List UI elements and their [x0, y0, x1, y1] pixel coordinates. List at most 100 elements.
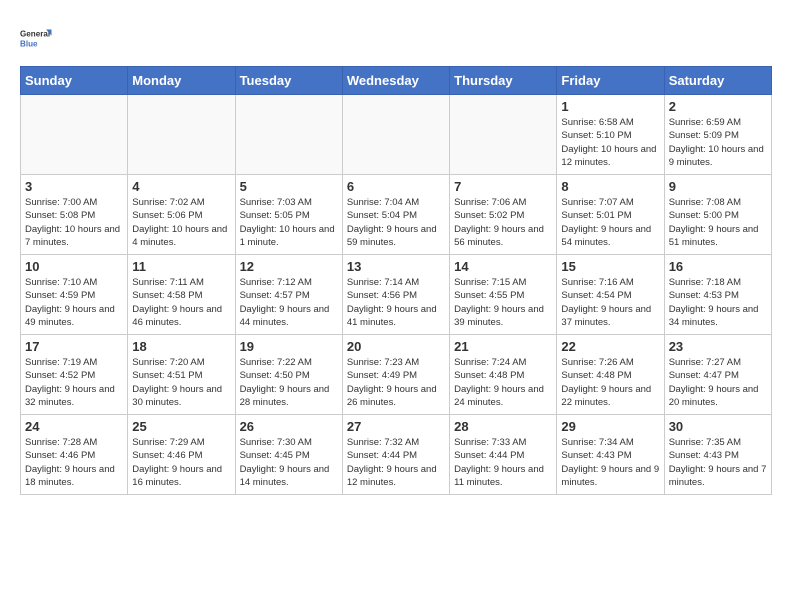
- day-number: 25: [132, 419, 230, 434]
- calendar-cell: 27 Sunrise: 7:32 AM Sunset: 4:44 PM Dayli…: [342, 415, 449, 495]
- calendar-cell: 8Sunrise: 7:07 AM Sunset: 5:01 PM Daylig…: [557, 175, 664, 255]
- day-info: Sunrise: 7:12 AM Sunset: 4:57 PM Dayligh…: [240, 276, 338, 329]
- day-info: Sunrise: 7:04 AM Sunset: 5:04 PM Dayligh…: [347, 196, 445, 249]
- day-number: 3: [25, 179, 123, 194]
- day-info: Sunrise: 7:18 AM Sunset: 4:53 PM Dayligh…: [669, 276, 767, 329]
- calendar-cell: 28Sunrise: 7:33 AM Sunset: 4:44 PM Dayli…: [450, 415, 557, 495]
- calendar-cell: 15 Sunrise: 7:16 AM Sunset: 4:54 PM Dayli…: [557, 255, 664, 335]
- day-info: Sunrise: 6:58 AM Sunset: 5:10 PM Dayligh…: [561, 116, 659, 169]
- day-info: Sunrise: 7:20 AM Sunset: 4:51 PM Dayligh…: [132, 356, 230, 409]
- week-row-5: 24Sunrise: 7:28 AM Sunset: 4:46 PM Dayli…: [21, 415, 772, 495]
- day-info: Sunrise: 7:03 AM Sunset: 5:05 PM Dayligh…: [240, 196, 338, 249]
- col-header-thursday: Thursday: [450, 67, 557, 95]
- week-row-4: 17 Sunrise: 7:19 AM Sunset: 4:52 PM Dayli…: [21, 335, 772, 415]
- day-info: Sunrise: 7:11 AM Sunset: 4:58 PM Dayligh…: [132, 276, 230, 329]
- col-header-monday: Monday: [128, 67, 235, 95]
- col-header-saturday: Saturday: [664, 67, 771, 95]
- day-number: 14: [454, 259, 552, 274]
- day-number: 11: [132, 259, 230, 274]
- day-number: 29: [561, 419, 659, 434]
- calendar-header-row: SundayMondayTuesdayWednesdayThursdayFrid…: [21, 67, 772, 95]
- svg-text:Blue: Blue: [20, 40, 38, 49]
- calendar-cell: [128, 95, 235, 175]
- day-number: 6: [347, 179, 445, 194]
- day-number: 18: [132, 339, 230, 354]
- col-header-friday: Friday: [557, 67, 664, 95]
- calendar-cell: 25 Sunrise: 7:29 AM Sunset: 4:46 PM Dayli…: [128, 415, 235, 495]
- day-number: 4: [132, 179, 230, 194]
- calendar-cell: [450, 95, 557, 175]
- day-info: Sunrise: 7:27 AM Sunset: 4:47 PM Dayligh…: [669, 356, 767, 409]
- week-row-1: 1 Sunrise: 6:58 AM Sunset: 5:10 PM Daylig…: [21, 95, 772, 175]
- day-info: Sunrise: 6:59 AM Sunset: 5:09 PM Dayligh…: [669, 116, 767, 169]
- day-info: Sunrise: 7:02 AM Sunset: 5:06 PM Dayligh…: [132, 196, 230, 249]
- calendar-cell: 5Sunrise: 7:03 AM Sunset: 5:05 PM Daylig…: [235, 175, 342, 255]
- day-info: Sunrise: 7:32 AM Sunset: 4:44 PM Dayligh…: [347, 436, 445, 489]
- day-number: 9: [669, 179, 767, 194]
- day-info: Sunrise: 7:15 AM Sunset: 4:55 PM Dayligh…: [454, 276, 552, 329]
- day-number: 16: [669, 259, 767, 274]
- day-info: Sunrise: 7:35 AM Sunset: 4:43 PM Dayligh…: [669, 436, 767, 489]
- calendar-cell: 13 Sunrise: 7:14 AM Sunset: 4:56 PM Dayli…: [342, 255, 449, 335]
- day-number: 19: [240, 339, 338, 354]
- day-info: Sunrise: 7:30 AM Sunset: 4:45 PM Dayligh…: [240, 436, 338, 489]
- calendar-cell: 1 Sunrise: 6:58 AM Sunset: 5:10 PM Daylig…: [557, 95, 664, 175]
- calendar-cell: 26Sunrise: 7:30 AM Sunset: 4:45 PM Dayli…: [235, 415, 342, 495]
- day-number: 13: [347, 259, 445, 274]
- day-number: 7: [454, 179, 552, 194]
- calendar-cell: 17 Sunrise: 7:19 AM Sunset: 4:52 PM Dayli…: [21, 335, 128, 415]
- day-info: Sunrise: 7:22 AM Sunset: 4:50 PM Dayligh…: [240, 356, 338, 409]
- calendar-cell: 30 Sunrise: 7:35 AM Sunset: 4:43 PM Dayli…: [664, 415, 771, 495]
- calendar-cell: 19 Sunrise: 7:22 AM Sunset: 4:50 PM Dayli…: [235, 335, 342, 415]
- calendar-cell: 22Sunrise: 7:26 AM Sunset: 4:48 PM Dayli…: [557, 335, 664, 415]
- day-number: 1: [561, 99, 659, 114]
- day-number: 8: [561, 179, 659, 194]
- day-info: Sunrise: 7:10 AM Sunset: 4:59 PM Dayligh…: [25, 276, 123, 329]
- calendar-cell: 18 Sunrise: 7:20 AM Sunset: 4:51 PM Dayli…: [128, 335, 235, 415]
- calendar-cell: 16 Sunrise: 7:18 AM Sunset: 4:53 PM Dayli…: [664, 255, 771, 335]
- logo: GeneralBlue: [20, 20, 56, 56]
- day-number: 10: [25, 259, 123, 274]
- svg-text:General: General: [20, 30, 50, 39]
- calendar-cell: [235, 95, 342, 175]
- week-row-2: 3 Sunrise: 7:00 AM Sunset: 5:08 PM Daylig…: [21, 175, 772, 255]
- day-number: 27: [347, 419, 445, 434]
- calendar-cell: 21 Sunrise: 7:24 AM Sunset: 4:48 PM Dayli…: [450, 335, 557, 415]
- calendar-cell: 6 Sunrise: 7:04 AM Sunset: 5:04 PM Daylig…: [342, 175, 449, 255]
- col-header-sunday: Sunday: [21, 67, 128, 95]
- day-info: Sunrise: 7:34 AM Sunset: 4:43 PM Dayligh…: [561, 436, 659, 489]
- day-info: Sunrise: 7:24 AM Sunset: 4:48 PM Dayligh…: [454, 356, 552, 409]
- col-header-wednesday: Wednesday: [342, 67, 449, 95]
- day-info: Sunrise: 7:23 AM Sunset: 4:49 PM Dayligh…: [347, 356, 445, 409]
- calendar-cell: 11 Sunrise: 7:11 AM Sunset: 4:58 PM Dayli…: [128, 255, 235, 335]
- day-info: Sunrise: 7:19 AM Sunset: 4:52 PM Dayligh…: [25, 356, 123, 409]
- col-header-tuesday: Tuesday: [235, 67, 342, 95]
- calendar-cell: 24Sunrise: 7:28 AM Sunset: 4:46 PM Dayli…: [21, 415, 128, 495]
- calendar-cell: 7 Sunrise: 7:06 AM Sunset: 5:02 PM Daylig…: [450, 175, 557, 255]
- day-number: 17: [25, 339, 123, 354]
- day-info: Sunrise: 7:16 AM Sunset: 4:54 PM Dayligh…: [561, 276, 659, 329]
- calendar-cell: [21, 95, 128, 175]
- calendar-cell: [342, 95, 449, 175]
- day-number: 23: [669, 339, 767, 354]
- calendar-cell: 20 Sunrise: 7:23 AM Sunset: 4:49 PM Dayli…: [342, 335, 449, 415]
- day-number: 22: [561, 339, 659, 354]
- calendar-cell: 3 Sunrise: 7:00 AM Sunset: 5:08 PM Daylig…: [21, 175, 128, 255]
- day-info: Sunrise: 7:00 AM Sunset: 5:08 PM Dayligh…: [25, 196, 123, 249]
- day-info: Sunrise: 7:14 AM Sunset: 4:56 PM Dayligh…: [347, 276, 445, 329]
- day-number: 21: [454, 339, 552, 354]
- calendar-table: SundayMondayTuesdayWednesdayThursdayFrid…: [20, 66, 772, 495]
- calendar-cell: 12 Sunrise: 7:12 AM Sunset: 4:57 PM Dayli…: [235, 255, 342, 335]
- day-number: 15: [561, 259, 659, 274]
- day-number: 20: [347, 339, 445, 354]
- day-number: 30: [669, 419, 767, 434]
- day-info: Sunrise: 7:06 AM Sunset: 5:02 PM Dayligh…: [454, 196, 552, 249]
- day-info: Sunrise: 7:29 AM Sunset: 4:46 PM Dayligh…: [132, 436, 230, 489]
- day-info: Sunrise: 7:28 AM Sunset: 4:46 PM Dayligh…: [25, 436, 123, 489]
- day-info: Sunrise: 7:33 AM Sunset: 4:44 PM Dayligh…: [454, 436, 552, 489]
- week-row-3: 10 Sunrise: 7:10 AM Sunset: 4:59 PM Dayli…: [21, 255, 772, 335]
- calendar-cell: 29 Sunrise: 7:34 AM Sunset: 4:43 PM Dayli…: [557, 415, 664, 495]
- calendar-cell: 23 Sunrise: 7:27 AM Sunset: 4:47 PM Dayli…: [664, 335, 771, 415]
- day-number: 12: [240, 259, 338, 274]
- logo-icon: GeneralBlue: [20, 20, 56, 56]
